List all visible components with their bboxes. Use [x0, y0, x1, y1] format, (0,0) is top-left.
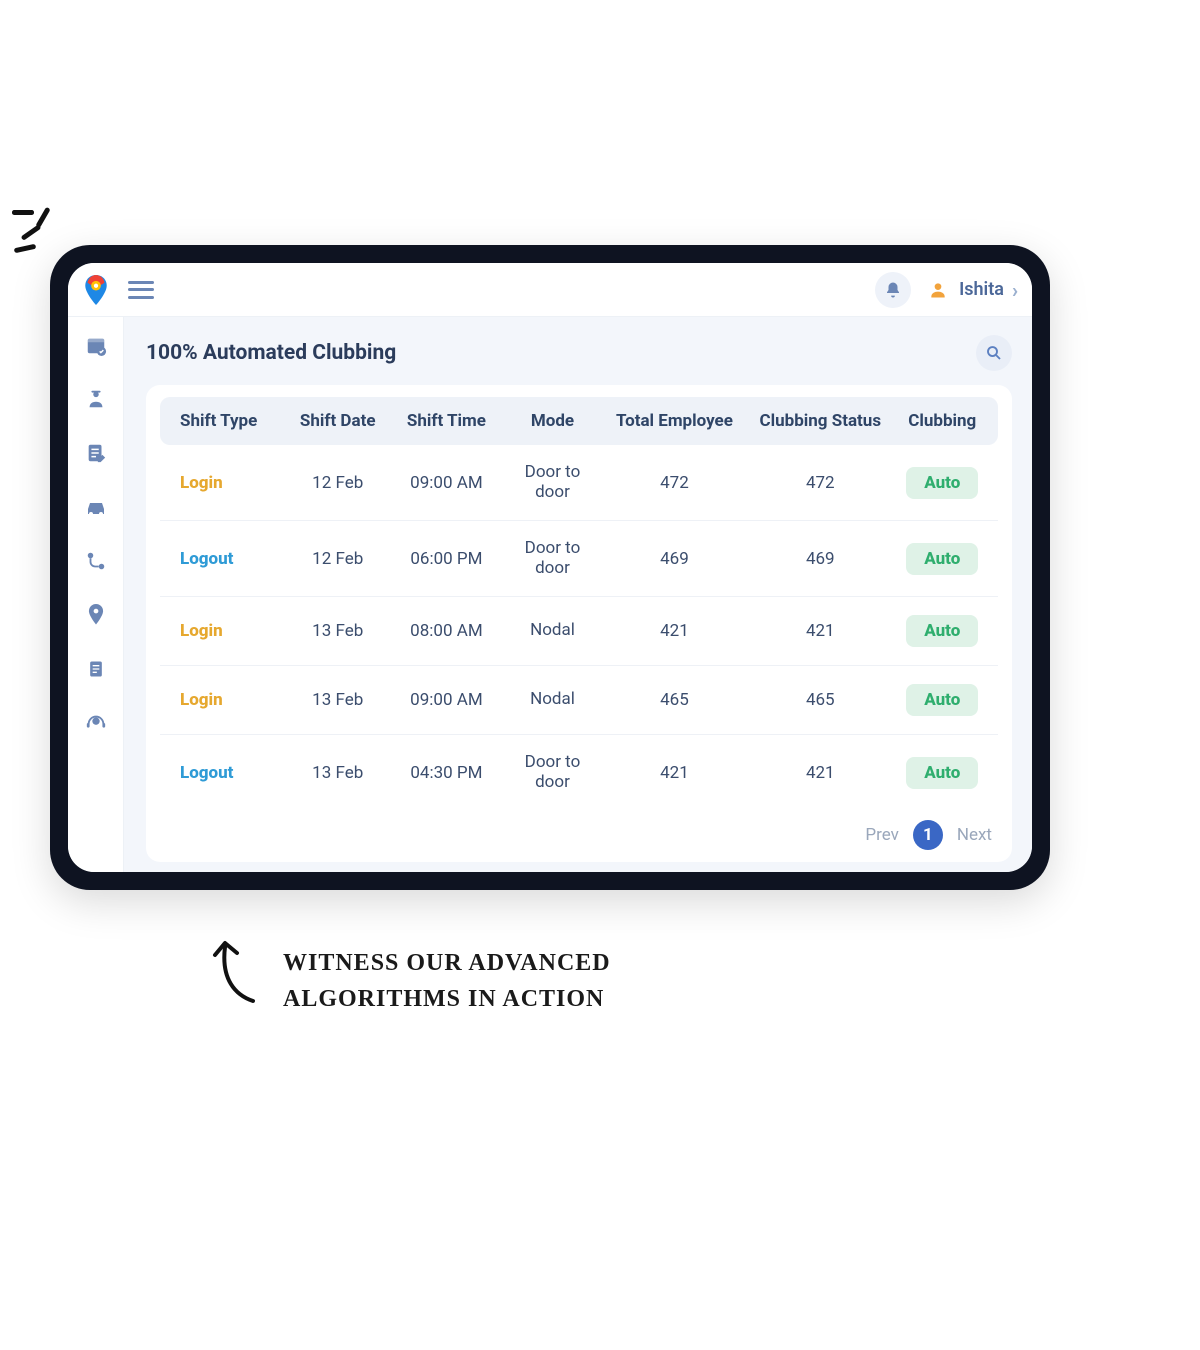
pagination: Prev 1 Next	[160, 810, 998, 850]
sidebar	[68, 317, 124, 872]
form-edit-icon[interactable]	[84, 441, 108, 465]
tablet-frame: Ishita › 100% Automated Clubbing	[50, 245, 1050, 890]
cell-clubbing: Auto	[895, 543, 990, 575]
cell-shift-date: 12 Feb	[285, 473, 391, 493]
col-club-status: Clubbing Status	[746, 411, 894, 431]
table-row[interactable]: Logout12 Feb06:00 PMDoor todoor469469Aut…	[160, 521, 998, 597]
col-mode: Mode	[502, 411, 603, 431]
caption-line-2: algorithms in action	[283, 981, 611, 1017]
cell-clubbing-status: 465	[746, 690, 894, 710]
table-body: Login12 Feb09:00 AMDoor todoor472472Auto…	[160, 445, 998, 810]
main-area: 100% Automated Clubbing Shift Type Shift…	[124, 317, 1032, 872]
cell-shift-time: 06:00 PM	[391, 549, 502, 569]
cell-shift-time: 04:30 PM	[391, 763, 502, 783]
table-header: Shift Type Shift Date Shift Time Mode To…	[160, 397, 998, 445]
cell-clubbing-status: 472	[746, 473, 894, 493]
cell-clubbing: Auto	[895, 615, 990, 647]
col-total-emp: Total Employee	[603, 411, 746, 431]
auto-badge[interactable]: Auto	[906, 684, 978, 716]
cell-shift-time: 08:00 AM	[391, 621, 502, 641]
cell-total-employee: 465	[603, 690, 746, 710]
cell-shift-time: 09:00 AM	[391, 690, 502, 710]
search-button[interactable]	[976, 335, 1012, 371]
cell-clubbing-status: 421	[746, 763, 894, 783]
car-icon[interactable]	[84, 495, 108, 519]
caption: Witness our advanced algorithms in actio…	[205, 935, 611, 1017]
cell-shift-type: Logout	[168, 763, 285, 783]
accent-burst	[12, 210, 62, 260]
table-row[interactable]: Login13 Feb09:00 AMNodal465465Auto	[160, 666, 998, 735]
chevron-right-icon: ›	[1012, 278, 1018, 302]
cell-total-employee: 421	[603, 763, 746, 783]
cell-total-employee: 421	[603, 621, 746, 641]
support-agent-icon[interactable]	[84, 711, 108, 735]
cell-mode: Nodal	[502, 690, 603, 710]
user-name: Ishita	[959, 279, 1004, 300]
pager-prev[interactable]: Prev	[865, 825, 898, 845]
table-row[interactable]: Login13 Feb08:00 AMNodal421421Auto	[160, 597, 998, 666]
pager-current[interactable]: 1	[913, 820, 943, 850]
guard-icon[interactable]	[84, 387, 108, 411]
cell-shift-date: 13 Feb	[285, 690, 391, 710]
table-row[interactable]: Login12 Feb09:00 AMDoor todoor472472Auto	[160, 445, 998, 521]
cell-shift-time: 09:00 AM	[391, 473, 502, 493]
cell-clubbing-status: 469	[746, 549, 894, 569]
col-shift-type: Shift Type	[168, 411, 285, 431]
arrow-icon	[205, 935, 265, 1005]
cell-clubbing-status: 421	[746, 621, 894, 641]
auto-badge[interactable]: Auto	[906, 615, 978, 647]
auto-badge[interactable]: Auto	[906, 543, 978, 575]
cell-clubbing: Auto	[895, 467, 990, 499]
cell-mode: Door todoor	[502, 463, 603, 502]
cell-mode: Nodal	[502, 621, 603, 641]
cell-shift-date: 13 Feb	[285, 621, 391, 641]
auto-badge[interactable]: Auto	[906, 757, 978, 789]
cell-mode: Door todoor	[502, 753, 603, 792]
pager-next[interactable]: Next	[957, 825, 992, 845]
app-logo-icon	[78, 272, 114, 308]
cell-shift-date: 12 Feb	[285, 549, 391, 569]
app-screen: Ishita › 100% Automated Clubbing	[68, 263, 1032, 872]
bell-icon	[884, 281, 902, 299]
table-row[interactable]: Logout13 Feb04:30 PMDoor todoor421421Aut…	[160, 735, 998, 810]
auto-badge[interactable]: Auto	[906, 467, 978, 499]
cell-shift-type: Login	[168, 621, 285, 641]
cell-clubbing: Auto	[895, 757, 990, 789]
map-pin-icon[interactable]	[84, 603, 108, 627]
menu-toggle-icon[interactable]	[128, 281, 154, 299]
cell-total-employee: 469	[603, 549, 746, 569]
avatar-icon	[925, 277, 951, 303]
col-shift-date: Shift Date	[285, 411, 391, 431]
notifications-button[interactable]	[875, 272, 911, 308]
cell-shift-type: Login	[168, 690, 285, 710]
cell-shift-type: Logout	[168, 549, 285, 569]
route-pin-icon[interactable]	[84, 549, 108, 573]
cell-shift-date: 13 Feb	[285, 763, 391, 783]
cell-shift-type: Login	[168, 473, 285, 493]
top-bar: Ishita ›	[68, 263, 1032, 317]
cell-clubbing: Auto	[895, 684, 990, 716]
cell-total-employee: 472	[603, 473, 746, 493]
col-shift-time: Shift Time	[391, 411, 502, 431]
user-menu[interactable]: Ishita ›	[925, 277, 1018, 303]
calendar-check-icon[interactable]	[84, 333, 108, 357]
caption-line-1: Witness our advanced	[283, 945, 611, 981]
page-title: 100% Automated Clubbing	[146, 341, 396, 365]
report-icon[interactable]	[84, 657, 108, 681]
search-icon	[985, 344, 1003, 362]
cell-mode: Door todoor	[502, 539, 603, 578]
table-card: Shift Type Shift Date Shift Time Mode To…	[146, 385, 1012, 862]
col-clubbing: Clubbing	[895, 411, 990, 431]
